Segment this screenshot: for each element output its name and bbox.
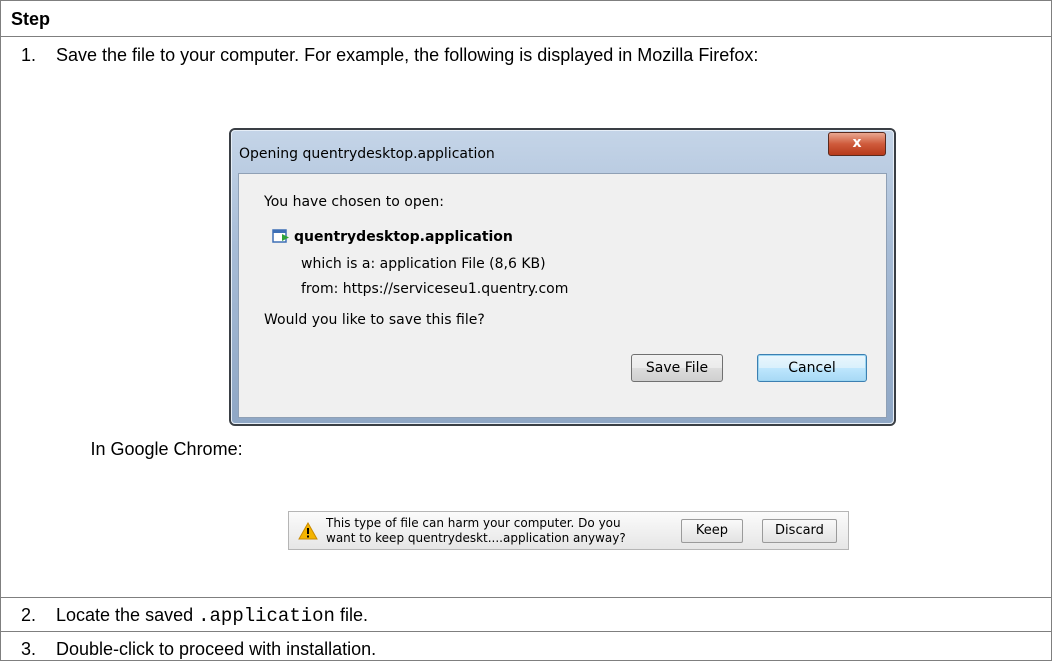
code-extension: .application bbox=[198, 605, 335, 627]
cancel-button[interactable]: Cancel bbox=[757, 354, 867, 382]
step-text: Locate the saved .application file. bbox=[56, 605, 368, 627]
chrome-download-bar: This type of file can harm your computer… bbox=[288, 511, 849, 550]
firefox-dialog: Opening quentrydesktop.application x You… bbox=[229, 128, 896, 426]
warning-icon bbox=[298, 522, 318, 540]
close-button[interactable]: x bbox=[828, 132, 886, 156]
dialog-body: You have chosen to open: quentrydesktop.… bbox=[238, 173, 887, 418]
close-icon: x bbox=[852, 135, 862, 151]
step-number: 2. bbox=[21, 605, 37, 625]
save-file-button[interactable]: Save File bbox=[631, 354, 723, 382]
warning-line-1: This type of file can harm your computer… bbox=[326, 516, 621, 530]
header-step: Step bbox=[11, 9, 51, 29]
warning-line-2: want to keep quentrydeskt....application… bbox=[326, 531, 626, 545]
file-source: from: https://serviceseu1.quentry.com bbox=[301, 281, 569, 297]
keep-button[interactable]: Keep bbox=[681, 519, 743, 543]
text-before: Locate the saved bbox=[56, 605, 199, 625]
application-file-icon bbox=[272, 229, 289, 243]
step-2-cell: 2. Locate the saved .application file. bbox=[0, 597, 1052, 632]
chosen-label: You have chosen to open: bbox=[264, 194, 444, 210]
dialog-title: Opening quentrydesktop.application bbox=[239, 146, 495, 162]
warning-message: This type of file can harm your computer… bbox=[326, 516, 626, 546]
table-row-step-3: 3. Double-click to proceed with installat… bbox=[0, 631, 1052, 661]
save-question: Would you like to save this file? bbox=[264, 312, 485, 328]
step-text: Double-click to proceed with installatio… bbox=[56, 639, 377, 659]
discard-button[interactable]: Discard bbox=[762, 519, 837, 543]
file-type: which is a: application File (8,6 KB) bbox=[301, 256, 546, 272]
text-after: file. bbox=[334, 605, 368, 625]
step-text: Save the file to your computer. For exam… bbox=[56, 45, 759, 65]
chrome-label: In Google Chrome: bbox=[90, 438, 243, 459]
file-name: quentrydesktop.application bbox=[294, 229, 513, 245]
step-number: 3. bbox=[21, 639, 37, 659]
table-row-step-2: 2. Locate the saved .application file. bbox=[0, 597, 1052, 632]
table-header: Step bbox=[0, 0, 1052, 37]
step-number: 1. bbox=[21, 45, 37, 65]
step-3-cell: 3. Double-click to proceed with installat… bbox=[0, 631, 1052, 661]
